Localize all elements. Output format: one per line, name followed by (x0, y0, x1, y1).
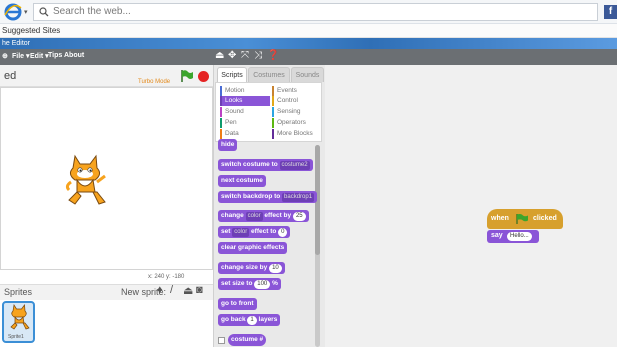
menu-about[interactable]: About (64, 52, 84, 59)
grow-tool-icon[interactable]: ⤧ (241, 50, 249, 61)
block-go-back-layers[interactable]: go back 1 layers (218, 314, 281, 326)
menu-edit[interactable]: Edit ▾ (30, 52, 49, 60)
green-flag-button[interactable] (180, 69, 194, 83)
choose-sprite-icon[interactable]: ♦ (157, 284, 163, 296)
category-data[interactable]: Data (220, 129, 268, 139)
effect-dropdown[interactable]: color (245, 212, 263, 221)
script-area[interactable] (325, 65, 617, 347)
paint-brush-icon[interactable]: / (170, 284, 173, 296)
block-next-costume[interactable]: next costume (218, 175, 266, 187)
cat-thumbnail-icon (10, 303, 30, 330)
category-sensing[interactable]: Sensing (272, 107, 320, 117)
project-title[interactable]: ed (4, 70, 16, 82)
category-list: Motion Events Looks Control Sound Sensin… (215, 82, 322, 142)
cat-sprite-icon[interactable] (63, 152, 107, 208)
category-looks[interactable]: Looks (220, 96, 270, 106)
menu-tips[interactable]: Tips (48, 52, 62, 59)
backdrop-dropdown[interactable]: backdrop1 (282, 193, 315, 202)
category-operators[interactable]: Operators (272, 118, 320, 128)
tab-sounds[interactable]: Sounds (291, 67, 324, 82)
block-set-size[interactable]: set size to 100 % (218, 278, 281, 290)
layers-input[interactable]: 1 (247, 316, 257, 325)
menu-file[interactable]: File ▾ (12, 52, 30, 60)
facebook-icon[interactable]: f (604, 5, 617, 19)
size-change-input[interactable]: 10 (269, 264, 282, 273)
size-input[interactable]: 100 (254, 280, 271, 289)
block-switch-costume[interactable]: switch costume to costume2 (218, 159, 313, 171)
search-placeholder: Search the web... (53, 6, 131, 17)
green-flag-icon (516, 213, 528, 224)
block-set-effect[interactable]: set color effect to 0 (218, 226, 291, 238)
block-change-effect[interactable]: change color effect by 25 (218, 210, 309, 222)
effect-value-input[interactable]: 0 (278, 228, 288, 237)
upload-icon[interactable]: ⏏ (183, 284, 193, 297)
costume-dropdown[interactable]: costume2 (279, 161, 310, 170)
help-tool-icon[interactable]: ❓ (267, 50, 279, 61)
category-more-blocks[interactable]: More Blocks (272, 129, 320, 139)
effect-dropdown[interactable]: color (232, 228, 250, 237)
category-events[interactable]: Events (272, 86, 320, 96)
stop-button[interactable] (198, 71, 209, 82)
search-icon (39, 7, 49, 17)
cut-tool-icon[interactable]: ✥ (228, 50, 236, 61)
category-sound[interactable]: Sound (220, 107, 268, 117)
costume-number-checkbox[interactable] (218, 337, 225, 344)
shrink-tool-icon[interactable]: ⤨ (254, 50, 262, 61)
browser-tab-title[interactable]: he Editor (2, 38, 30, 49)
say-block[interactable]: say Hello... (487, 230, 539, 243)
turbo-mode-label: Turbo Mode (138, 79, 171, 85)
category-control[interactable]: Control (272, 96, 320, 106)
block-change-size[interactable]: change size by 10 (218, 262, 285, 274)
tab-costumes[interactable]: Costumes (248, 67, 290, 82)
category-motion[interactable]: Motion (220, 86, 268, 96)
sprites-title: Sprites (4, 287, 33, 297)
chevron-down-icon[interactable]: ▾ (24, 8, 28, 16)
favorites-suggested-sites[interactable]: Suggested Sites (2, 26, 60, 35)
globe-icon[interactable]: ⊕ (2, 52, 8, 60)
block-hide[interactable]: hide (218, 139, 238, 151)
block-clear-graphic-effects[interactable]: clear graphic effects (218, 242, 288, 254)
mouse-coordinates: x: 240 y: -180 (148, 274, 185, 280)
editor-menu-bar (0, 49, 617, 65)
browser-tab-strip (0, 38, 617, 49)
effect-amount-input[interactable]: 25 (292, 212, 306, 221)
tab-scripts[interactable]: Scripts (217, 67, 247, 82)
camera-icon[interactable]: ◙ (196, 284, 203, 296)
block-switch-backdrop[interactable]: switch backdrop to backdrop1 (218, 191, 318, 203)
when-flag-clicked-block[interactable]: when clicked (487, 209, 563, 229)
block-costume-number[interactable]: costume # (228, 334, 267, 346)
duplicate-tool-icon[interactable]: ⏏ (215, 50, 224, 61)
block-go-to-front[interactable]: go to front (218, 298, 257, 310)
say-text-input[interactable]: Hello... (507, 232, 532, 241)
sprite-name: Sprite1 (8, 334, 24, 340)
category-pen[interactable]: Pen (220, 118, 268, 128)
browser-logo-icon[interactable] (4, 3, 22, 21)
favorites-bar (0, 24, 617, 38)
